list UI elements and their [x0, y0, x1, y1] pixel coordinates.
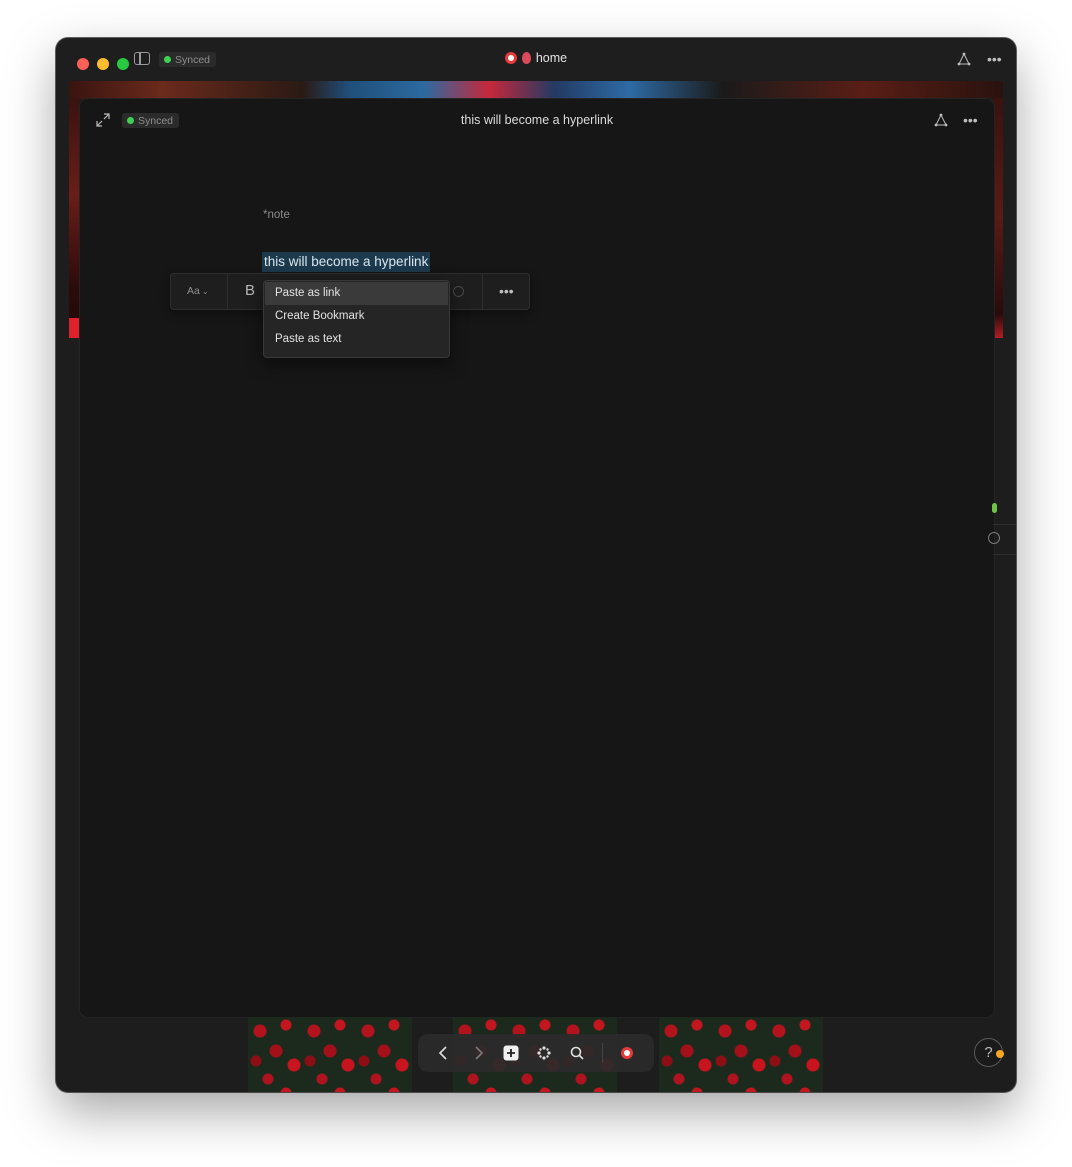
- more-icon[interactable]: •••: [963, 113, 978, 127]
- heart-emoji-icon: [521, 52, 531, 64]
- note-panel: Synced this will become a hyperlink ••• …: [79, 98, 995, 1018]
- note-tag[interactable]: *note: [263, 209, 290, 221]
- search-icon[interactable]: [568, 1043, 586, 1063]
- menu-item-create-bookmark[interactable]: Create Bookmark: [264, 305, 449, 328]
- font-style-label: Aa: [187, 285, 200, 297]
- window-title: home: [56, 51, 1016, 65]
- graph-icon[interactable]: [957, 52, 971, 66]
- wallpaper-edge-left: [69, 98, 79, 338]
- more-icon[interactable]: •••: [987, 52, 1002, 66]
- bold-button[interactable]: B: [245, 282, 255, 299]
- forward-icon[interactable]: [470, 1043, 488, 1063]
- menu-item-paste-as-link[interactable]: Paste as link: [265, 282, 448, 305]
- app-window: Synced home ••• Synced this will become …: [56, 38, 1016, 1092]
- edge-status-dot: [992, 503, 997, 513]
- chevron-down-icon: ⌄: [201, 287, 209, 296]
- panel-header: Synced this will become a hyperlink •••: [80, 99, 994, 143]
- graph-icon[interactable]: [934, 113, 948, 127]
- paste-menu: Paste as link Create Bookmark Paste as t…: [263, 280, 450, 358]
- command-icon[interactable]: [535, 1043, 553, 1063]
- bottom-dock: [418, 1034, 654, 1072]
- window-title-label: home: [535, 51, 568, 65]
- notification-badge: [996, 1050, 1004, 1058]
- menu-item-paste-as-text[interactable]: Paste as text: [264, 328, 449, 351]
- selected-text[interactable]: this will become a hyperlink: [262, 252, 431, 272]
- edge-ring-icon: [988, 532, 1000, 544]
- title-bar: Synced home •••: [56, 38, 1016, 80]
- toolbar-more-icon[interactable]: •••: [499, 283, 514, 299]
- wallpaper-strip: [69, 81, 1003, 99]
- panel-title: this will become a hyperlink: [460, 113, 614, 127]
- avatar-icon[interactable]: [618, 1043, 636, 1063]
- wallpaper-roses-left: [248, 1017, 412, 1092]
- avatar-emoji-icon: [504, 52, 517, 64]
- color-icon[interactable]: [453, 286, 464, 297]
- wallpaper-roses-right: [659, 1017, 823, 1092]
- new-note-icon[interactable]: [502, 1043, 520, 1063]
- back-icon[interactable]: [434, 1043, 452, 1063]
- font-style-dropdown[interactable]: Aa ⌄: [187, 285, 209, 297]
